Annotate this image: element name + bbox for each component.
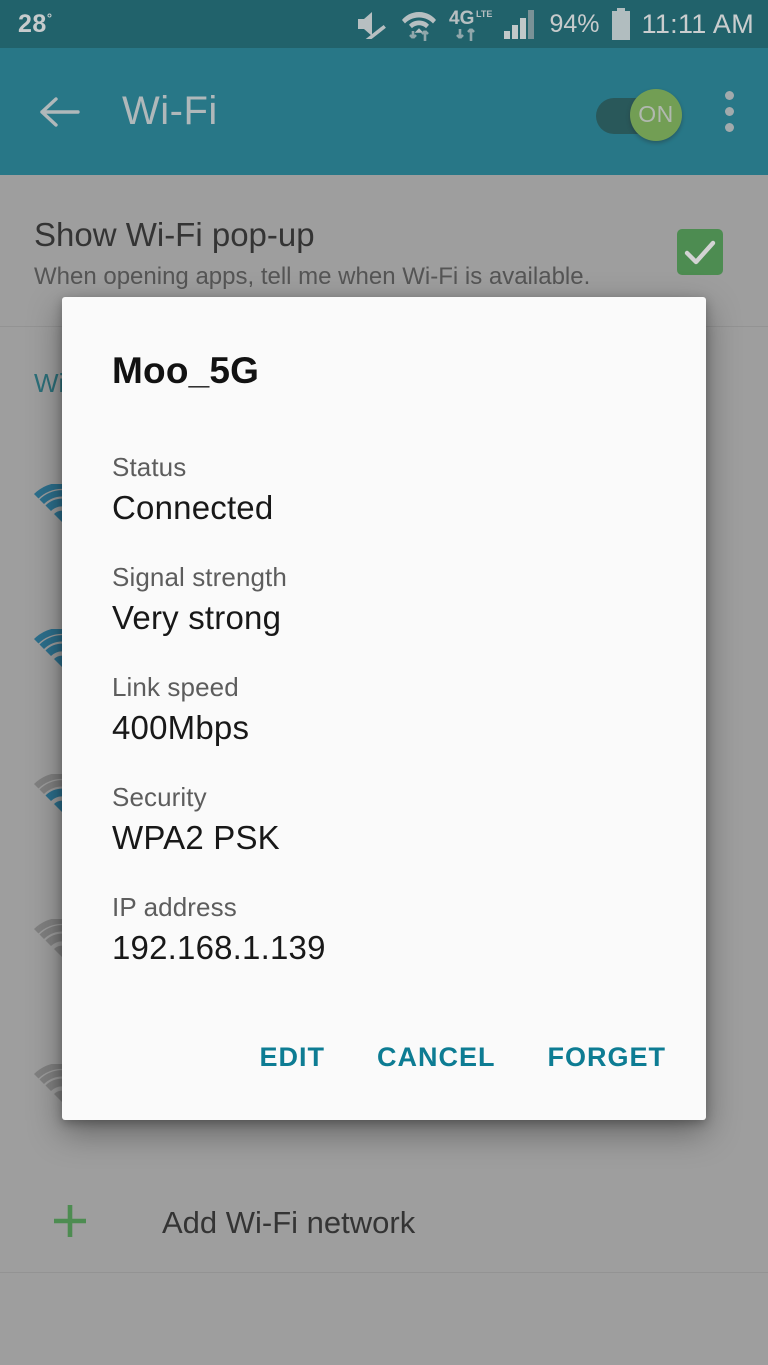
- check-icon: [684, 240, 716, 265]
- app-bar-actions: ON: [596, 88, 746, 141]
- wifi-data-icon: [402, 12, 437, 41]
- svg-text:LTE: LTE: [476, 9, 492, 19]
- wifi-network-detail-dialog: Moo_5G Status Connected Signal strength Ver…: [62, 297, 706, 1120]
- divider: [0, 1272, 768, 1273]
- mute-icon: [358, 12, 387, 39]
- menu-dot: [724, 107, 734, 116]
- dialog-field-value: 400Mbps: [112, 709, 250, 746]
- battery-percentage: 94%: [549, 9, 600, 38]
- add-wifi-network-label: Add Wi-Fi network: [162, 1205, 416, 1240]
- android-wifi-settings-screen: 28° 4G LTE 94% 11:11 AM Wi-Fi ON Show Wi…: [0, 0, 768, 1365]
- dialog-field-value: Very strong: [112, 599, 282, 636]
- dialog-field-value: WPA2 PSK: [112, 819, 280, 856]
- battery-icon: [611, 8, 630, 40]
- svg-text:4G: 4G: [449, 8, 474, 29]
- menu-dot: [724, 123, 734, 132]
- dialog-field-label: Security: [112, 782, 207, 812]
- add-wifi-network-row[interactable]: Add Wi-Fi network: [0, 1175, 768, 1272]
- wifi-on-off-toggle[interactable]: ON: [596, 88, 682, 141]
- dialog-field-label: IP address: [112, 892, 237, 922]
- app-bar: Wi-Fi ON: [0, 48, 768, 175]
- show-wifi-popup-checkbox[interactable]: [677, 229, 723, 275]
- back-arrow-icon[interactable]: [36, 89, 82, 135]
- status-bar-icons: 4G LTE 94% 11:11 AM: [355, 7, 754, 41]
- forget-button[interactable]: FORGET: [548, 1042, 667, 1073]
- dialog-field-label: Signal strength: [112, 562, 287, 592]
- edit-button[interactable]: EDIT: [259, 1042, 325, 1073]
- degree-symbol: °: [46, 10, 53, 26]
- dialog-actions: EDIT CANCEL FORGET: [62, 1022, 706, 1092]
- dialog-field-value: 192.168.1.139: [112, 929, 326, 966]
- cancel-button[interactable]: CANCEL: [377, 1042, 496, 1073]
- status-bar: 28° 4G LTE 94% 11:11 AM: [0, 0, 768, 48]
- show-wifi-popup-title: Show Wi-Fi pop-up: [34, 216, 315, 253]
- dialog-field: IP address 192.168.1.139: [112, 892, 326, 967]
- dialog-field-label: Link speed: [112, 672, 239, 702]
- temperature-value: 28: [18, 9, 47, 38]
- dialog-title: Moo_5G: [112, 350, 260, 391]
- temperature-indicator: 28°: [18, 10, 53, 39]
- dialog-field: Security WPA2 PSK: [112, 782, 280, 857]
- dialog-field: Link speed 400Mbps: [112, 672, 249, 747]
- cellular-signal-icon: [504, 10, 535, 39]
- dialog-field-value: Connected: [112, 489, 274, 526]
- clock: 11:11 AM: [641, 8, 754, 39]
- dialog-field: Signal strength Very strong: [112, 562, 287, 637]
- overflow-menu-icon[interactable]: [712, 89, 746, 135]
- plus-icon: [54, 1205, 86, 1237]
- toggle-thumb[interactable]: ON: [630, 88, 682, 141]
- dialog-field: Status Connected: [112, 452, 273, 527]
- page-title: Wi-Fi: [122, 89, 218, 133]
- 4g-lte-icon: 4G LTE: [449, 8, 493, 41]
- dialog-field-label: Status: [112, 452, 187, 482]
- show-wifi-popup-subtitle: When opening apps, tell me when Wi-Fi is…: [34, 263, 591, 290]
- menu-dot: [724, 91, 734, 100]
